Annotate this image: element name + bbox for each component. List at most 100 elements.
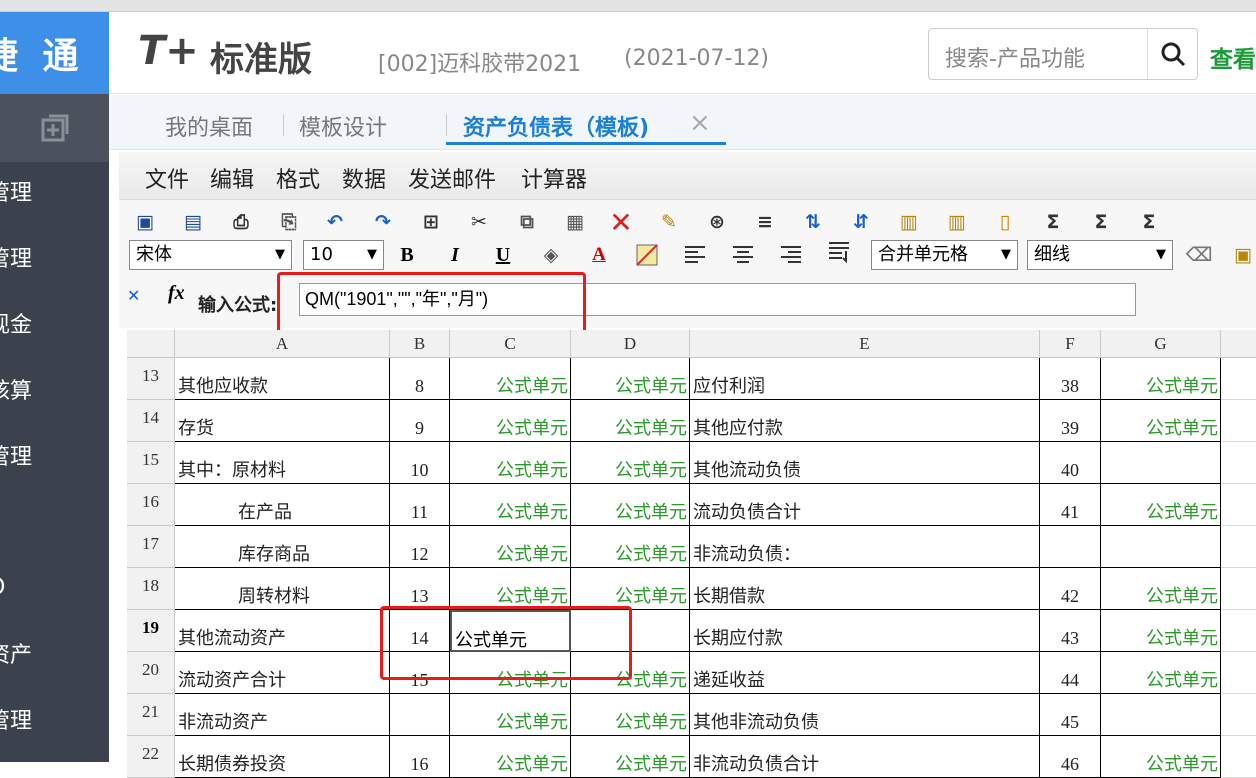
- wrap-text-icon[interactable]: [826, 240, 852, 266]
- print-preview-icon[interactable]: ⎙: [228, 209, 254, 235]
- cell-c-18[interactable]: 公式单元: [450, 568, 571, 610]
- cell-f-18[interactable]: 42: [1040, 568, 1101, 610]
- underline-button[interactable]: U: [490, 242, 516, 268]
- cell-e-14[interactable]: 其他应付款: [690, 400, 1040, 442]
- cell-h-17[interactable]: [1221, 526, 1256, 568]
- cell-h-15[interactable]: [1221, 442, 1256, 484]
- cell-f-13[interactable]: 38: [1040, 358, 1101, 400]
- cell-e-13[interactable]: 应付利润: [690, 358, 1040, 400]
- undo-icon[interactable]: ↶: [322, 209, 348, 235]
- cell-e-20[interactable]: 递延收益: [690, 652, 1040, 694]
- cell-b-17[interactable]: 12: [390, 526, 450, 568]
- cell-g-22[interactable]: 公式单元: [1101, 736, 1221, 778]
- cell-h-18[interactable]: [1221, 568, 1256, 610]
- cell-a-19[interactable]: 其他流动资产: [175, 610, 390, 652]
- cell-h-14[interactable]: [1221, 400, 1256, 442]
- cell-f-21[interactable]: 45: [1040, 694, 1101, 736]
- bold-button[interactable]: B: [394, 242, 420, 268]
- row-header[interactable]: 17: [127, 526, 175, 568]
- find-icon[interactable]: ⊛: [704, 209, 730, 235]
- cell-d-18[interactable]: 公式单元: [571, 568, 690, 610]
- column-header-d[interactable]: D: [571, 330, 690, 358]
- print-icon[interactable]: ⎘: [276, 209, 302, 235]
- cell-e-21[interactable]: 其他非流动负债: [690, 694, 1040, 736]
- cell-e-18[interactable]: 长期借款: [690, 568, 1040, 610]
- cell-b-22[interactable]: 16: [390, 736, 450, 778]
- cell-h-13[interactable]: [1221, 358, 1256, 400]
- cell-c-15[interactable]: 公式单元: [450, 442, 571, 484]
- menu-format[interactable]: 格式: [276, 162, 320, 194]
- redo-icon[interactable]: ↷: [370, 209, 396, 235]
- cell-c-17[interactable]: 公式单元: [450, 526, 571, 568]
- cell-e-15[interactable]: 其他流动负债: [690, 442, 1040, 484]
- search-box[interactable]: 搜索-产品功能: [928, 28, 1198, 80]
- cell-g-19[interactable]: 公式单元: [1101, 610, 1221, 652]
- italic-button[interactable]: I: [442, 242, 468, 268]
- cell-b-15[interactable]: 10: [390, 442, 450, 484]
- cell-c-16[interactable]: 公式单元: [450, 484, 571, 526]
- cell-c-22[interactable]: 公式单元: [450, 736, 571, 778]
- cell-d-21[interactable]: 公式单元: [571, 694, 690, 736]
- settings-icon[interactable]: ▣: [1230, 242, 1256, 268]
- cell-a-15[interactable]: 其中：原材料: [175, 442, 390, 484]
- cell-d-15[interactable]: 公式单元: [571, 442, 690, 484]
- sidebar-item[interactable]: 管理: [0, 702, 109, 742]
- cell-f-22[interactable]: 46: [1040, 736, 1101, 778]
- sidebar-item[interactable]: 资产: [0, 636, 109, 676]
- function-icon[interactable]: fx: [168, 282, 185, 305]
- view-link[interactable]: 查看: [1210, 40, 1256, 74]
- cell-a-21[interactable]: 非流动资产: [175, 694, 390, 736]
- sidebar-item[interactable]: 管理: [0, 438, 109, 478]
- tab-balance-sheet[interactable]: 资产负债表（模板): [463, 110, 649, 142]
- column-header-c[interactable]: C: [450, 330, 571, 358]
- cell-e-22[interactable]: 非流动负债合计: [690, 736, 1040, 778]
- sidebar-item[interactable]: O: [0, 568, 109, 608]
- row-header[interactable]: 14: [127, 400, 175, 442]
- font-size-select[interactable]: 10 ▼: [303, 240, 384, 270]
- cut-icon[interactable]: ✂: [466, 209, 492, 235]
- cell-f-15[interactable]: 40: [1040, 442, 1101, 484]
- column-header-g[interactable]: G: [1101, 330, 1221, 358]
- row-header[interactable]: 20: [127, 652, 175, 694]
- row-header[interactable]: 21: [127, 694, 175, 736]
- cell-c-14[interactable]: 公式单元: [450, 400, 571, 442]
- sort-desc-icon[interactable]: ⇵: [848, 209, 874, 235]
- cell-e-17[interactable]: 非流动负债：: [690, 526, 1040, 568]
- cell-h-22[interactable]: [1221, 736, 1256, 778]
- tab-template-design[interactable]: 模板设计: [299, 110, 387, 142]
- sum-icon[interactable]: Σ: [1040, 209, 1066, 235]
- search-input[interactable]: 搜索-产品功能: [945, 41, 1085, 73]
- cell-g-20[interactable]: 公式单元: [1101, 652, 1221, 694]
- column-icon[interactable]: ▯: [992, 209, 1018, 235]
- cell-b-21[interactable]: [390, 694, 450, 736]
- cell-a-16[interactable]: 在产品: [175, 484, 390, 526]
- cell-b-18[interactable]: 13: [390, 568, 450, 610]
- sidebar-add-button[interactable]: [0, 94, 109, 162]
- insert-row-icon[interactable]: ▥: [896, 209, 922, 235]
- line-style-select[interactable]: 细线 ▼: [1027, 240, 1173, 270]
- cell-g-16[interactable]: 公式单元: [1101, 484, 1221, 526]
- cell-a-18[interactable]: 周转材料: [175, 568, 390, 610]
- column-header-f[interactable]: F: [1040, 330, 1101, 358]
- cell-d-14[interactable]: 公式单元: [571, 400, 690, 442]
- cell-f-19[interactable]: 43: [1040, 610, 1101, 652]
- cell-g-17[interactable]: [1101, 526, 1221, 568]
- align-left-icon[interactable]: [682, 242, 708, 268]
- align-right-icon[interactable]: [778, 242, 804, 268]
- menu-file[interactable]: 文件: [145, 162, 189, 194]
- cell-g-13[interactable]: 公式单元: [1101, 358, 1221, 400]
- cell-g-18[interactable]: 公式单元: [1101, 568, 1221, 610]
- row-header[interactable]: 22: [127, 736, 175, 778]
- cell-g-21[interactable]: [1101, 694, 1221, 736]
- cell-f-17[interactable]: [1040, 526, 1101, 568]
- fill-down-icon[interactable]: ≡: [752, 209, 778, 235]
- save-icon[interactable]: ▣: [132, 209, 158, 235]
- cell-b-13[interactable]: 8: [390, 358, 450, 400]
- cell-a-20[interactable]: 流动资产合计: [175, 652, 390, 694]
- corner-header[interactable]: [127, 330, 175, 358]
- sidebar-item[interactable]: 管理: [0, 174, 109, 214]
- cell-h-16[interactable]: [1221, 484, 1256, 526]
- sidebar-item[interactable]: 管理: [0, 240, 109, 280]
- tab-close-icon[interactable]: ×: [689, 108, 711, 138]
- menu-data[interactable]: 数据: [342, 162, 386, 194]
